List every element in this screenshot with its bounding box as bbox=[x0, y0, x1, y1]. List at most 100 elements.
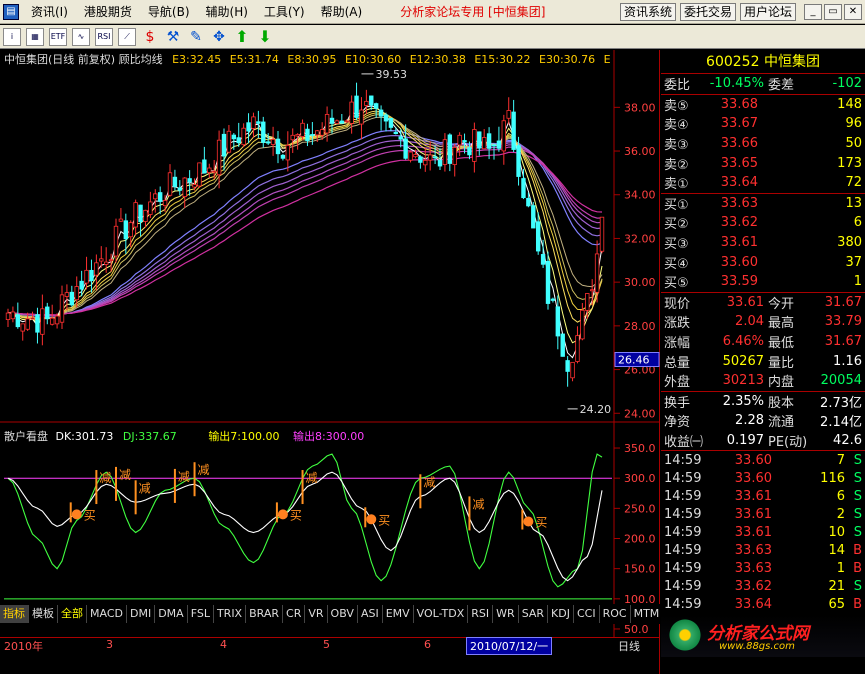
stat-value: 30213 bbox=[722, 373, 764, 389]
ma-label-e3: E3:32.45 bbox=[172, 53, 222, 66]
candle-body bbox=[369, 95, 374, 106]
tab-mtm[interactable]: MTM bbox=[631, 605, 664, 623]
wave-icon[interactable]: ∿ bbox=[72, 27, 90, 46]
tab-macd[interactable]: MACD bbox=[87, 605, 127, 623]
candle-body bbox=[427, 154, 433, 161]
rsi-icon[interactable]: RSI bbox=[95, 27, 113, 46]
candle-body bbox=[373, 103, 379, 109]
ask-row[interactable]: 卖① 33.64 72 bbox=[661, 173, 865, 193]
tab-sar[interactable]: SAR bbox=[519, 605, 549, 623]
menu-tools[interactable]: 工具(Y) bbox=[256, 1, 313, 23]
menu-info[interactable]: 资讯(I) bbox=[23, 1, 76, 23]
down-arrow-icon[interactable]: ⬇ bbox=[256, 27, 274, 46]
restore-icon[interactable]: ▭ bbox=[824, 3, 842, 20]
tab-rsi[interactable]: RSI bbox=[468, 605, 494, 623]
ask-row[interactable]: 卖⑤ 33.68 148 bbox=[661, 95, 865, 115]
tick-volume: 1 bbox=[836, 560, 845, 576]
sell-label: 减 bbox=[472, 497, 484, 511]
stat-label: 涨幅 bbox=[664, 336, 691, 352]
stat-value: 2.04 bbox=[735, 314, 764, 330]
candle-body bbox=[197, 162, 202, 187]
etf-icon[interactable]: ETF bbox=[49, 27, 67, 46]
tick-volume: 65 bbox=[828, 596, 845, 612]
candle-body bbox=[231, 134, 237, 140]
tab-cr[interactable]: CR bbox=[283, 605, 306, 623]
toolbar: i ▦ ETF ∿ RSI ⟋ $ ⚒ ✎ ✥ ⬆ ⬇ bbox=[0, 25, 865, 49]
selected-date: 2010/07/12/一 bbox=[466, 637, 553, 655]
period-label[interactable]: 日线 bbox=[618, 638, 640, 654]
candle-body bbox=[265, 141, 271, 144]
tick-row: 14:59 33.63 1 B bbox=[661, 559, 865, 577]
bid-row[interactable]: 买① 33.63 13 bbox=[661, 194, 865, 214]
stat-value: 2.14亿 bbox=[820, 415, 862, 431]
stat-value: 2.73亿 bbox=[820, 395, 862, 411]
tab-asi[interactable]: ASI bbox=[358, 605, 383, 623]
move-icon[interactable]: ✥ bbox=[210, 27, 228, 46]
tab-vol-tdx[interactable]: VOL-TDX bbox=[414, 605, 469, 623]
stat-label: 股本 bbox=[768, 395, 795, 411]
up-arrow-icon[interactable]: ⬆ bbox=[233, 27, 251, 46]
bid-price: 33.60 bbox=[720, 254, 758, 270]
info-system-button[interactable]: 资讯系统 bbox=[619, 2, 676, 21]
tick-side: B bbox=[853, 596, 862, 612]
tab-kdj[interactable]: KDJ bbox=[548, 605, 574, 623]
menu-aux[interactable]: 辅助(H) bbox=[198, 1, 256, 23]
kline-chart[interactable]: 38.0036.0034.0032.0030.0028.0026.0024.00… bbox=[0, 50, 660, 674]
tab-cci[interactable]: CCI bbox=[574, 605, 600, 623]
bid-row[interactable]: 买③ 33.61 380 bbox=[661, 233, 865, 253]
dollar-icon[interactable]: $ bbox=[141, 27, 159, 46]
tab-wr[interactable]: WR bbox=[493, 605, 519, 623]
ma-label-e: E bbox=[603, 53, 611, 66]
candle-body bbox=[221, 133, 227, 157]
tab-dmi[interactable]: DMI bbox=[127, 605, 156, 623]
candle-body bbox=[442, 139, 448, 165]
tick-price: 33.60 bbox=[734, 452, 772, 468]
tab-obv[interactable]: OBV bbox=[328, 605, 358, 623]
candle-body bbox=[526, 197, 531, 207]
tab-trix[interactable]: TRIX bbox=[214, 605, 247, 623]
draw-icon[interactable]: ✎ bbox=[187, 27, 205, 46]
candle-body bbox=[251, 116, 256, 129]
stat-row: 收益㈠ 0.197 PE(动) 42.6 bbox=[661, 431, 865, 451]
tools-icon[interactable]: ⚒ bbox=[164, 27, 182, 46]
candle-body bbox=[89, 269, 94, 281]
chart-window-icon[interactable]: ▦ bbox=[26, 27, 44, 46]
tab-roc[interactable]: ROC bbox=[600, 605, 631, 623]
tab-vr[interactable]: VR bbox=[305, 605, 328, 623]
trade-button[interactable]: 委托交易 bbox=[679, 2, 736, 21]
tab-emv[interactable]: EMV bbox=[383, 605, 414, 623]
tab-brar[interactable]: BRAR bbox=[246, 605, 284, 623]
menu-hk-futures[interactable]: 港股期货 bbox=[76, 1, 140, 23]
candle-body bbox=[236, 137, 241, 144]
weicha-label: 委差 bbox=[768, 78, 795, 94]
tick-side: B bbox=[853, 560, 862, 576]
long-ema-line bbox=[8, 129, 603, 317]
tab-indicator[interactable]: 指标 bbox=[0, 605, 29, 623]
info-icon[interactable]: i bbox=[3, 27, 21, 46]
tab-fsl[interactable]: FSL bbox=[188, 605, 214, 623]
ask-row[interactable]: 卖② 33.65 173 bbox=[661, 153, 865, 173]
chart-area[interactable]: 38.00 36.00 34.00 32.00 30.00 28.00 26.00 24.00… bbox=[0, 50, 660, 674]
line-chart-icon[interactable]: ⟋ bbox=[118, 27, 136, 46]
app-icon[interactable]: ▤ bbox=[3, 3, 19, 20]
ask-row[interactable]: 卖④ 33.67 96 bbox=[661, 114, 865, 134]
watermark-site: www.88gs.com bbox=[719, 641, 795, 652]
minimize-icon[interactable]: _ bbox=[804, 3, 822, 20]
bid-row[interactable]: 买④ 33.60 37 bbox=[661, 252, 865, 272]
bid-row[interactable]: 买⑤ 33.59 1 bbox=[661, 272, 865, 292]
candle-body bbox=[310, 134, 315, 136]
forum-button[interactable]: 用户论坛 bbox=[739, 2, 796, 21]
tab-dma[interactable]: DMA bbox=[155, 605, 188, 623]
tab-all[interactable]: 全部 bbox=[58, 605, 87, 623]
menu-nav[interactable]: 导航(B) bbox=[140, 1, 198, 23]
candle-body bbox=[79, 280, 84, 290]
tick-time: 14:59 bbox=[664, 596, 702, 612]
tab-template[interactable]: 模板 bbox=[29, 605, 58, 623]
close-icon[interactable]: ✕ bbox=[844, 3, 862, 20]
ask-row[interactable]: 卖③ 33.66 50 bbox=[661, 134, 865, 154]
tick-price: 33.61 bbox=[734, 506, 772, 522]
tick-volume: 2 bbox=[836, 506, 845, 522]
stat-label: 涨跌 bbox=[664, 316, 691, 332]
menu-help[interactable]: 帮助(A) bbox=[313, 1, 371, 23]
bid-row[interactable]: 买② 33.62 6 bbox=[661, 213, 865, 233]
